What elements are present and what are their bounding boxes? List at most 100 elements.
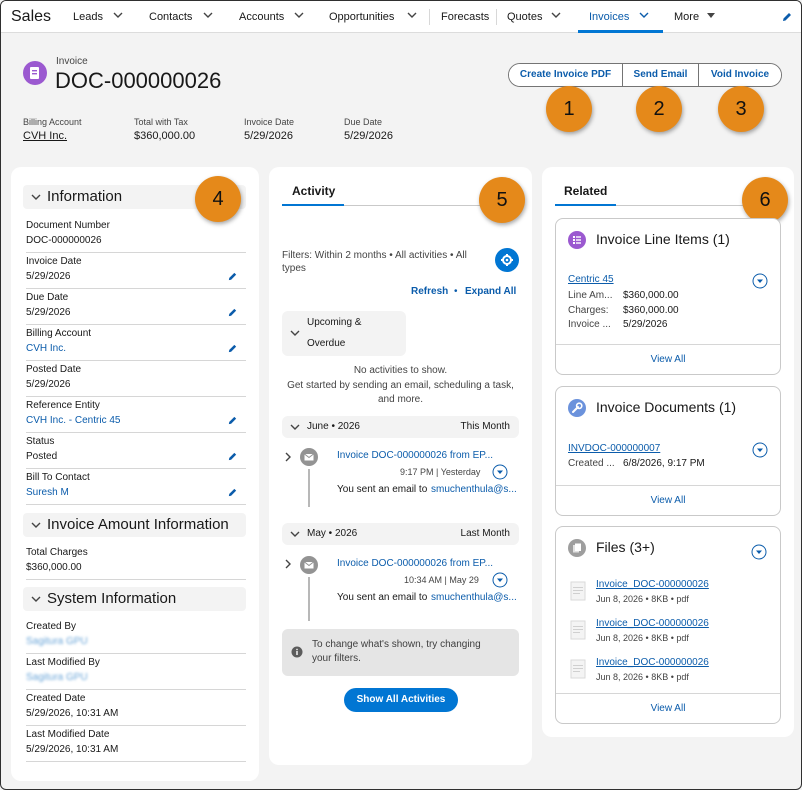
field-label: Created Date xyxy=(26,693,86,704)
filter-settings-button[interactable] xyxy=(495,248,519,272)
month-group-header[interactable]: June • 2026 This Month xyxy=(282,416,519,438)
refresh-link[interactable]: Refresh xyxy=(411,286,448,297)
reference-entity-link[interactable]: CVH Inc. - Centric 45 xyxy=(26,415,120,426)
callout-badge-4: 4 xyxy=(195,176,241,222)
recipient-link[interactable]: smuchenthula@s... xyxy=(431,592,517,603)
chevron-down-icon xyxy=(290,330,300,336)
file-link[interactable]: Invoice_DOC-000000026 xyxy=(596,579,709,590)
activity-email-link[interactable]: Invoice DOC-000000026 from EP... xyxy=(337,450,493,461)
bill-to-contact-link[interactable]: Suresh M xyxy=(26,487,69,498)
invoice-document-link[interactable]: INVDOC-000000007 xyxy=(568,443,660,454)
field-created-date: Created Date 5/29/2026, 10:31 AM xyxy=(26,691,246,726)
callout-badge-1: 1 xyxy=(546,86,592,132)
activity-email-link[interactable]: Invoice DOC-000000026 from EP... xyxy=(337,558,493,569)
chevron-down-circle-icon[interactable] xyxy=(752,442,768,458)
chevron-down-icon[interactable] xyxy=(551,10,561,20)
billing-account-link[interactable]: CVH Inc. xyxy=(26,343,66,354)
tab-related[interactable]: Related xyxy=(564,184,607,198)
view-all-link[interactable]: View All xyxy=(556,485,780,515)
field-posted-date: Posted Date 5/29/2026 xyxy=(26,362,246,397)
field-value: Posted xyxy=(26,451,58,462)
section-title: Information xyxy=(47,188,123,205)
amount-section-header[interactable]: Invoice Amount Information xyxy=(23,513,246,537)
system-section-header[interactable]: System Information xyxy=(23,587,246,611)
upcoming-overdue-toggle[interactable]: Upcoming & Overdue xyxy=(282,311,406,356)
callout-badge-6: 6 xyxy=(742,177,788,223)
field-value: 5/29/2026 xyxy=(26,307,71,318)
callout-badge-3: 3 xyxy=(718,86,764,132)
nav-item-more[interactable]: More xyxy=(674,11,699,23)
pdf-file-icon xyxy=(570,581,586,601)
edit-nav-pencil-icon[interactable] xyxy=(781,11,793,23)
edit-pencil-icon[interactable] xyxy=(227,415,238,426)
header-field-label: Invoice Date xyxy=(244,117,295,127)
nav-item-invoices[interactable]: Invoices xyxy=(589,11,629,23)
upcoming-label: Overdue xyxy=(307,338,346,349)
line-item-link[interactable]: Centric 45 xyxy=(568,274,614,285)
caret-down-icon[interactable] xyxy=(706,10,716,20)
chevron-right-icon[interactable] xyxy=(284,452,292,462)
header-field-label: Due Date xyxy=(344,117,383,127)
section-title: Invoice Amount Information xyxy=(47,516,229,533)
billing-account-link[interactable]: CVH Inc. xyxy=(23,130,67,142)
file-link[interactable]: Invoice_DOC-000000026 xyxy=(596,657,709,668)
relative-month-label: This Month xyxy=(460,421,510,432)
callout-badge-5: 5 xyxy=(479,177,525,223)
field-due-date: Due Date 5/29/2026 xyxy=(26,290,246,325)
nav-item-opportunities[interactable]: Opportunities xyxy=(329,11,394,23)
row-value: $360,000.00 xyxy=(623,305,679,316)
field-label: Last Modified Date xyxy=(26,729,110,740)
field-label: Bill To Contact xyxy=(26,472,90,483)
create-invoice-pdf-button[interactable]: Create Invoice PDF xyxy=(509,64,623,86)
nav-item-contacts[interactable]: Contacts xyxy=(149,11,192,23)
month-group-header[interactable]: May • 2026 Last Month xyxy=(282,523,519,545)
chevron-down-icon[interactable] xyxy=(407,10,417,20)
chevron-down-circle-icon[interactable] xyxy=(751,544,767,560)
activity-timestamp: 9:17 PM | Yesterday xyxy=(400,467,481,477)
edit-pencil-icon[interactable] xyxy=(227,343,238,354)
email-icon xyxy=(300,556,318,574)
created-by-link[interactable]: Sagitura GPU xyxy=(26,636,88,647)
card-title[interactable]: Invoice Line Items (1) xyxy=(596,231,730,247)
show-all-activities-button[interactable]: Show All Activities xyxy=(344,688,458,712)
edit-pencil-icon[interactable] xyxy=(227,307,238,318)
card-title[interactable]: Invoice Documents (1) xyxy=(596,399,736,415)
field-label: Document Number xyxy=(26,220,110,231)
view-all-link[interactable]: View All xyxy=(556,344,780,374)
recipient-link[interactable]: smuchenthula@s... xyxy=(431,484,517,495)
tab-active-indicator xyxy=(555,204,616,206)
activity-filters-text: Filters: Within 2 months • All activitie… xyxy=(282,250,467,261)
nav-item-quotes[interactable]: Quotes xyxy=(507,11,542,23)
file-link[interactable]: Invoice_DOC-000000026 xyxy=(596,618,709,629)
edit-pencil-icon[interactable] xyxy=(227,271,238,282)
card-title[interactable]: Files (3+) xyxy=(596,539,655,555)
field-created-by: Created By Sagitura GPU xyxy=(26,619,246,654)
field-label: Reference Entity xyxy=(26,400,100,411)
view-all-link[interactable]: View All xyxy=(556,693,780,723)
chevron-down-circle-icon[interactable] xyxy=(492,572,508,588)
field-value: 5/29/2026, 10:31 AM xyxy=(26,744,119,755)
nav-item-forecasts[interactable]: Forecasts xyxy=(441,11,489,23)
chevron-down-icon[interactable] xyxy=(639,10,649,20)
row-label: Created ... xyxy=(568,458,615,469)
filters-info-box: To change what's shown, try changing you… xyxy=(282,629,519,676)
send-email-button[interactable]: Send Email xyxy=(623,64,699,86)
edit-pencil-icon[interactable] xyxy=(227,487,238,498)
chevron-down-icon[interactable] xyxy=(113,10,123,20)
nav-item-accounts[interactable]: Accounts xyxy=(239,11,284,23)
tab-activity[interactable]: Activity xyxy=(292,184,335,198)
chevron-right-icon[interactable] xyxy=(284,559,292,569)
last-modified-by-link[interactable]: Sagitura GPU xyxy=(26,672,88,683)
month-label: May • 2026 xyxy=(307,528,358,539)
nav-divider xyxy=(496,9,497,25)
edit-pencil-icon[interactable] xyxy=(227,451,238,462)
chevron-down-icon[interactable] xyxy=(294,10,304,20)
chevron-down-circle-icon[interactable] xyxy=(752,273,768,289)
nav-item-leads[interactable]: Leads xyxy=(73,11,103,23)
void-invoice-button[interactable]: Void Invoice xyxy=(699,64,781,86)
chevron-down-circle-icon[interactable] xyxy=(492,464,508,480)
pdf-file-icon xyxy=(570,620,586,640)
expand-all-link[interactable]: Expand All xyxy=(465,286,516,297)
chevron-down-icon[interactable] xyxy=(203,10,213,20)
header-action-buttons: Create Invoice PDF Send Email Void Invoi… xyxy=(508,63,782,87)
